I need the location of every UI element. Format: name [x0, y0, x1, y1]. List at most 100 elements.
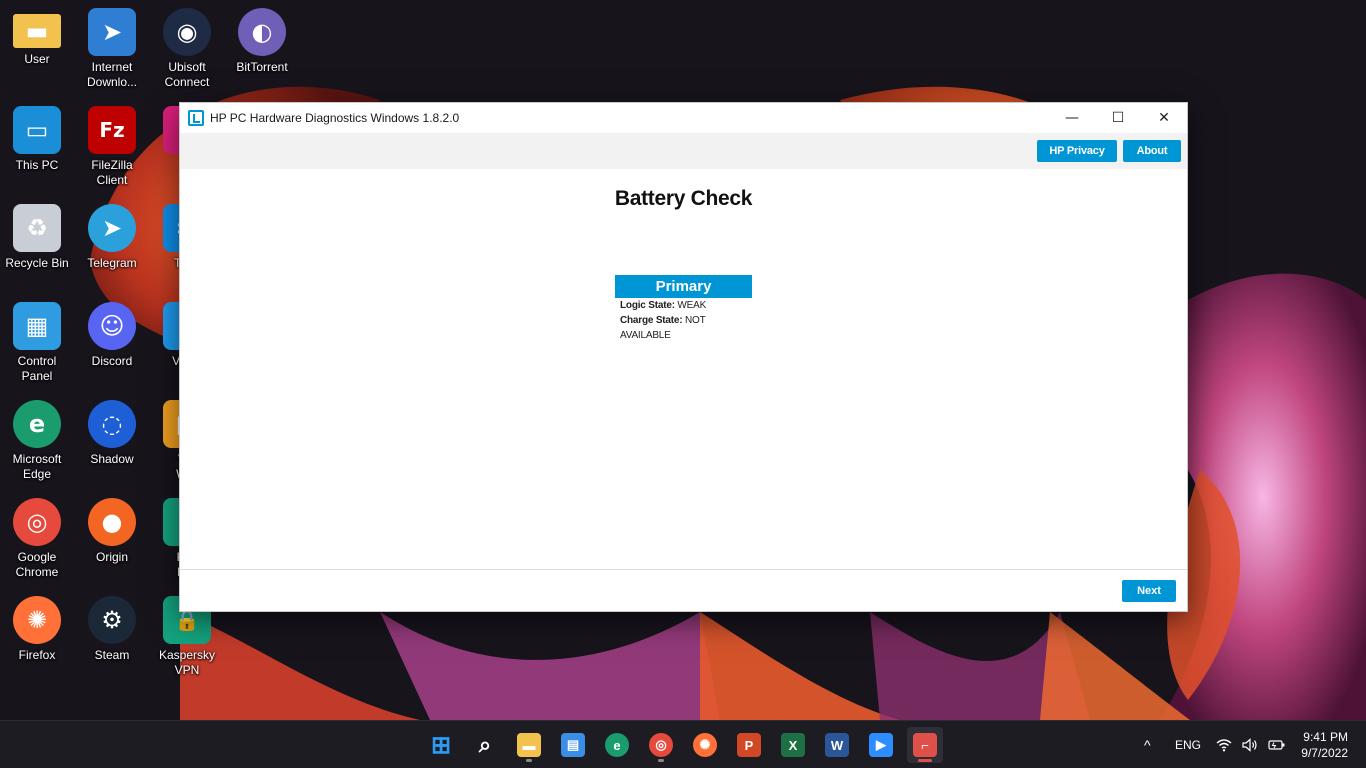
desktop-icon-label: Recycle Bin [5, 256, 69, 270]
logic-state-label: Logic State: [620, 300, 675, 311]
shadow-icon: ◌ [88, 400, 136, 448]
desktop-icon-discord[interactable]: ☺ Discord [75, 294, 149, 386]
clock[interactable]: 9:41 PM 9/7/2022 [1301, 729, 1348, 761]
desktop-icon-bittorrent[interactable]: ◐ BitTorrent [225, 0, 299, 92]
desktop-icon-folder[interactable]: ▬ User [0, 0, 74, 92]
desktop-icon-label: BitTorrent [236, 60, 288, 74]
hp-diagnostics-window: HP PC Hardware Diagnostics Windows 1.8.2… [179, 102, 1188, 612]
desktop-icon-monitor[interactable]: ▭ This PC [0, 98, 74, 190]
taskbar-powerpoint-button[interactable]: P [731, 727, 767, 763]
store-icon: ▤ [561, 733, 585, 757]
origin-icon: ● [88, 498, 136, 546]
hp-diagnostics-icon: ⌐ [913, 733, 937, 757]
idm-globe-icon: ➤ [88, 8, 136, 56]
running-indicator [658, 759, 664, 762]
taskbar-hp-diagnostics-button[interactable]: ⌐ [907, 727, 943, 763]
desktop-icon-label: Microsoft Edge [12, 452, 62, 481]
taskbar-chrome-button[interactable]: ◎ [643, 727, 679, 763]
next-button[interactable]: Next [1122, 580, 1176, 602]
firefox-icon: ✺ [13, 596, 61, 644]
desktop-icon-steam[interactable]: ⚙ Steam [75, 588, 149, 680]
desktop-icon-filezilla[interactable]: Fz FileZilla Client [75, 98, 149, 190]
desktop-icon-control-panel[interactable]: ▦ Control Panel [0, 294, 74, 386]
desktop-icon-ubisoft[interactable]: ◉ Ubisoft Connect [150, 0, 224, 92]
zoom-icon: ▶ [869, 733, 893, 757]
desktop-icon-label: Steam [94, 648, 130, 662]
desktop-icon-label: Firefox [18, 648, 56, 662]
close-button[interactable]: ✕ [1141, 103, 1187, 133]
taskbar-firefox-button[interactable]: ✺ [687, 727, 723, 763]
discord-icon: ☺ [88, 302, 136, 350]
top-toolbar: HP Privacy About [180, 133, 1187, 169]
desktop-icon-label: User [24, 52, 50, 66]
battery-header: Primary [615, 275, 752, 298]
search-icon: ⌕ [478, 732, 492, 757]
battery-icon [1268, 740, 1285, 750]
control-panel-icon: ▦ [13, 302, 61, 350]
battery-card: Primary Logic State: WEAK Charge State: … [615, 275, 752, 343]
taskbar-edge-button[interactable]: e [599, 727, 635, 763]
taskbar-excel-button[interactable]: X [775, 727, 811, 763]
taskbar: ⊞ ⌕ ▬ ▤ e ◎ ✺ P X W ▶ ⌐ ^ ENG 9:41 PM 9/7/2022 [0, 720, 1366, 768]
desktop-icon-origin[interactable]: ● Origin [75, 490, 149, 582]
taskbar-word-button[interactable]: W [819, 727, 855, 763]
running-indicator [918, 759, 932, 762]
powerpoint-icon: P [737, 733, 761, 757]
language-indicator[interactable]: ENG [1175, 721, 1201, 768]
minimize-button[interactable]: — [1049, 103, 1095, 133]
desktop-icon-label: FileZilla Client [91, 158, 133, 187]
desktop-icon-shadow[interactable]: ◌ Shadow [75, 392, 149, 484]
steam-icon: ⚙ [88, 596, 136, 644]
desktop-icon-label: Origin [95, 550, 128, 564]
taskbar-search-button[interactable]: ⌕ [467, 727, 503, 763]
desktop-icon-edge[interactable]: e Microsoft Edge [0, 392, 74, 484]
file-explorer-icon: ▬ [517, 733, 541, 757]
system-tray[interactable] [1216, 721, 1286, 768]
logic-state-value: WEAK [677, 300, 707, 311]
clock-date: 9/7/2022 [1301, 746, 1348, 760]
charge-state-label: Charge State: [620, 315, 683, 326]
running-indicator [526, 759, 532, 762]
filezilla-icon: Fz [88, 106, 136, 154]
taskbar-store-button[interactable]: ▤ [555, 727, 591, 763]
start-icon: ⊞ [430, 731, 452, 759]
hp-privacy-button[interactable]: HP Privacy [1037, 140, 1117, 162]
main-content: Battery Check Primary Logic State: WEAK … [180, 169, 1187, 571]
firefox-icon: ✺ [693, 733, 717, 757]
about-button[interactable]: About [1123, 140, 1181, 162]
desktop-icon-label: This PC [15, 158, 59, 172]
recycle-bin-icon: ♻ [13, 204, 61, 252]
page-title: Battery Check [614, 187, 753, 210]
excel-icon: X [781, 733, 805, 757]
ubisoft-icon: ◉ [163, 8, 211, 56]
show-hidden-icons-button[interactable]: ^ [1144, 721, 1151, 768]
window-footer: Next [180, 569, 1187, 611]
desktop-icon-recycle-bin[interactable]: ♻ Recycle Bin [0, 196, 74, 288]
desktop-icon-telegram[interactable]: ➤ Telegram [75, 196, 149, 288]
logic-state-row: Logic State: WEAK [620, 298, 752, 313]
desktop-icon-label: Control Panel [17, 354, 57, 383]
chevron-up-icon: ^ [1144, 737, 1151, 753]
bittorrent-icon: ◐ [238, 8, 286, 56]
telegram-icon: ➤ [88, 204, 136, 252]
edge-icon: e [605, 733, 629, 757]
desktop-icon-label: Shadow [90, 452, 134, 466]
desktop-icon-firefox[interactable]: ✺ Firefox [0, 588, 74, 680]
monitor-icon: ▭ [13, 106, 61, 154]
desktop-icon-label: Kaspersky VPN [158, 648, 216, 677]
maximize-button[interactable]: ☐ [1095, 103, 1141, 133]
taskbar-file-explorer-button[interactable]: ▬ [511, 727, 547, 763]
desktop-icon-label: Telegram [87, 256, 137, 270]
wifi-icon [1216, 739, 1232, 752]
title-bar[interactable]: HP PC Hardware Diagnostics Windows 1.8.2… [180, 103, 1187, 133]
taskbar-zoom-button[interactable]: ▶ [863, 727, 899, 763]
taskbar-start-button[interactable]: ⊞ [423, 727, 459, 763]
edge-icon: e [13, 400, 61, 448]
charge-state-row: Charge State: NOT AVAILABLE [620, 313, 752, 343]
desktop-icon-chrome[interactable]: ◎ Google Chrome [0, 490, 74, 582]
desktop-icon-label: Internet Downlo... [86, 60, 138, 89]
desktop-icon-idm-globe[interactable]: ➤ Internet Downlo... [75, 0, 149, 92]
volume-icon [1242, 738, 1257, 752]
folder-icon: ▬ [13, 14, 61, 48]
hp-diagnostics-icon [188, 110, 204, 126]
